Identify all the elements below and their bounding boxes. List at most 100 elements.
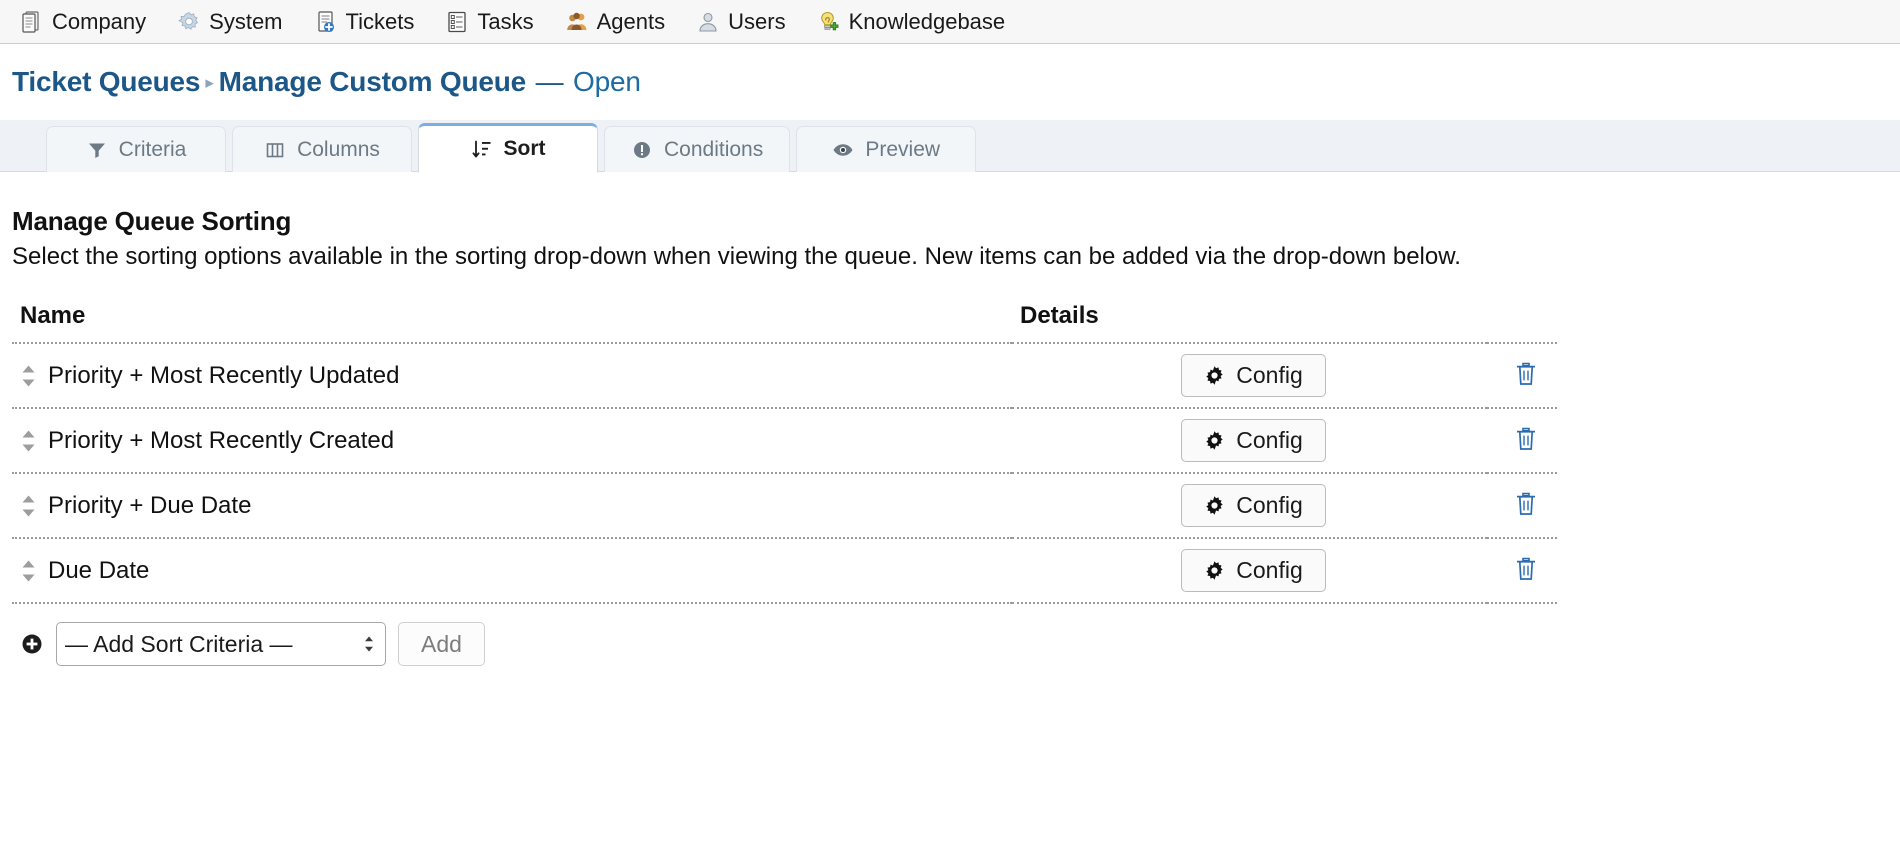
add-button[interactable]: Add [398, 622, 485, 666]
drag-reorder-icon[interactable] [20, 428, 37, 454]
tab-columns[interactable]: Columns [232, 126, 412, 172]
drag-reorder-icon[interactable] [20, 363, 37, 389]
page-title: Manage Queue Sorting [12, 206, 1876, 237]
sort-criteria-delete-cell [1487, 538, 1557, 603]
delete-button[interactable] [1510, 422, 1542, 459]
add-sort-criteria-row: — Add Sort Criteria — Add [12, 622, 1876, 666]
sort-criteria-name-cell: Priority + Most Recently Created [12, 408, 1012, 473]
ticket-document-icon [314, 10, 338, 34]
tab-label: Columns [297, 138, 380, 162]
nav-item-tickets[interactable]: Tickets [314, 9, 430, 35]
nav-item-label: Users [728, 9, 785, 35]
sort-criteria-name-cell: Priority + Due Date [12, 473, 1012, 538]
config-button[interactable]: Config [1181, 484, 1325, 527]
nav-item-system[interactable]: System [177, 9, 297, 35]
sort-criteria-name-cell: Priority + Most Recently Updated [12, 343, 1012, 408]
documents-icon [20, 10, 44, 34]
tab-conditions[interactable]: Conditions [604, 126, 790, 172]
gear-icon [1204, 430, 1226, 452]
table-row: Due Date Config [12, 538, 1557, 603]
add-sort-criteria-select[interactable]: — Add Sort Criteria — [56, 622, 386, 666]
nav-item-company[interactable]: Company [20, 9, 161, 35]
nav-item-label: Company [52, 9, 146, 35]
tab-bar: Criteria Columns Sort [0, 120, 1900, 172]
config-button[interactable]: Config [1181, 419, 1325, 462]
breadcrumb-dash: — [534, 66, 566, 97]
top-navigation-bar: Company System Tickets [0, 0, 1900, 44]
lightbulb-plus-icon [817, 10, 841, 34]
trash-icon [1514, 361, 1538, 390]
nav-item-label: Agents [597, 9, 666, 35]
column-header-delete [1487, 302, 1557, 343]
config-button[interactable]: Config [1181, 354, 1325, 397]
sort-panel: Manage Queue Sorting Select the sorting … [0, 172, 1900, 666]
breadcrumb: Ticket Queues▸Manage Custom Queue — Open [0, 44, 1900, 114]
sort-criteria-name: Priority + Most Recently Created [48, 427, 394, 455]
tab-sort[interactable]: Sort [418, 123, 598, 173]
column-header-name: Name [12, 302, 1012, 343]
breadcrumb-current-link[interactable]: Manage Custom Queue [219, 66, 526, 97]
sort-criteria-table: Name Details Priority + Most Recently Up… [12, 302, 1557, 604]
gear-icon [177, 10, 201, 34]
nav-item-knowledgebase[interactable]: Knowledgebase [817, 9, 1021, 35]
tab-label: Sort [504, 137, 546, 161]
table-row: Priority + Most Recently Created Config [12, 408, 1557, 473]
sort-criteria-name: Priority + Most Recently Updated [48, 362, 399, 390]
sort-criteria-delete-cell [1487, 473, 1557, 538]
table-row: Priority + Most Recently Updated Config [12, 343, 1557, 408]
config-button[interactable]: Config [1181, 549, 1325, 592]
sort-criteria-delete-cell [1487, 343, 1557, 408]
delete-button[interactable] [1510, 487, 1542, 524]
tab-label: Conditions [664, 138, 763, 162]
sort-criteria-details-cell: Config [1012, 408, 1487, 473]
nav-item-label: Tickets [346, 9, 415, 35]
delete-button[interactable] [1510, 357, 1542, 394]
nav-item-label: Knowledgebase [849, 9, 1006, 35]
nav-item-label: System [209, 9, 282, 35]
sort-criteria-details-cell: Config [1012, 538, 1487, 603]
queue-state-label: Open [573, 66, 641, 97]
breadcrumb-separator-icon: ▸ [200, 73, 218, 92]
gear-icon [1204, 365, 1226, 387]
user-icon [696, 10, 720, 34]
column-header-details: Details [1012, 302, 1487, 343]
config-button-label: Config [1236, 559, 1302, 582]
trash-icon [1514, 556, 1538, 585]
tab-label: Criteria [119, 138, 187, 162]
config-button-label: Config [1236, 429, 1302, 452]
nav-item-agents[interactable]: Agents [565, 9, 681, 35]
delete-button[interactable] [1510, 552, 1542, 589]
nav-item-label: Tasks [477, 9, 533, 35]
gear-icon [1204, 495, 1226, 517]
sort-criteria-name-cell: Due Date [12, 538, 1012, 603]
filter-icon [86, 139, 108, 161]
tab-label: Preview [865, 138, 940, 162]
agents-group-icon [565, 10, 589, 34]
table-header-row: Name Details [12, 302, 1557, 343]
task-list-icon [445, 10, 469, 34]
gear-icon [1204, 560, 1226, 582]
sort-criteria-delete-cell [1487, 408, 1557, 473]
nav-item-users[interactable]: Users [696, 9, 800, 35]
trash-icon [1514, 491, 1538, 520]
drag-reorder-icon[interactable] [20, 558, 37, 584]
config-button-label: Config [1236, 364, 1302, 387]
trash-icon [1514, 426, 1538, 455]
add-circle-icon[interactable] [20, 632, 44, 656]
drag-reorder-icon[interactable] [20, 493, 37, 519]
exclamation-icon [631, 139, 653, 161]
sort-criteria-details-cell: Config [1012, 343, 1487, 408]
sort-icon [471, 138, 493, 160]
breadcrumb-root-link[interactable]: Ticket Queues [12, 66, 200, 97]
tab-preview[interactable]: Preview [796, 126, 976, 172]
section-description: Select the sorting options available in … [12, 241, 1532, 272]
table-row: Priority + Due Date Config [12, 473, 1557, 538]
eye-icon [832, 139, 854, 161]
columns-icon [264, 139, 286, 161]
sort-criteria-name: Due Date [48, 557, 149, 585]
sort-criteria-name: Priority + Due Date [48, 492, 251, 520]
sort-criteria-details-cell: Config [1012, 473, 1487, 538]
sort-criteria-list: Priority + Most Recently UpdatedConfigPr… [12, 343, 1557, 603]
nav-item-tasks[interactable]: Tasks [445, 9, 548, 35]
tab-criteria[interactable]: Criteria [46, 126, 226, 172]
